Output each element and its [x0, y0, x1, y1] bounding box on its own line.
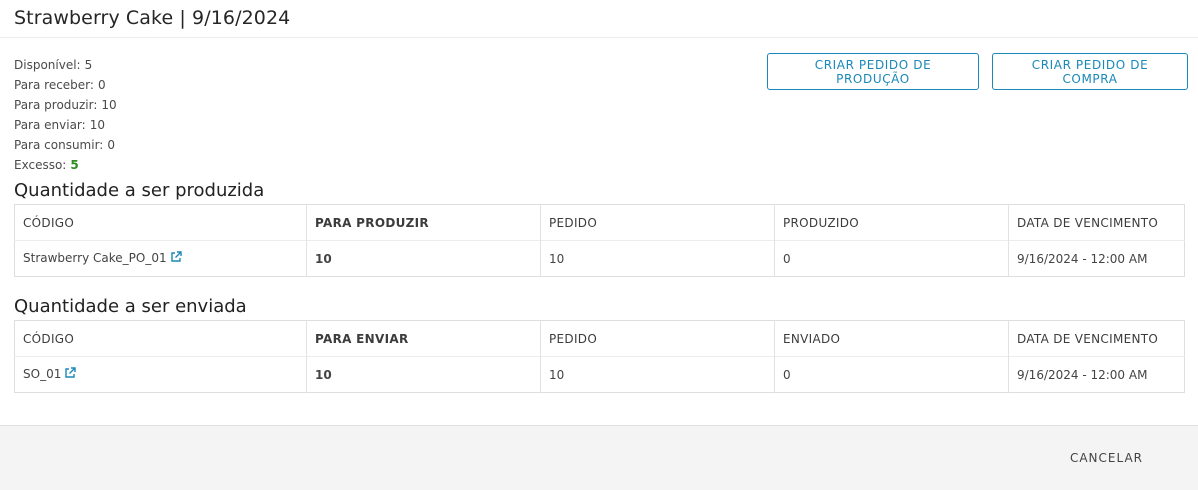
stat-to-ship: Para enviar: 10 [14, 115, 1184, 135]
table-row: Strawberry Cake_PO_01 10 10 0 9/16/2024 … [14, 240, 1185, 277]
production-table: CÓDIGO PARA PRODUZIR PEDIDO PRODUZIDO DA… [14, 204, 1185, 277]
cell-produced: 0 [774, 240, 1009, 277]
column-header-to-ship[interactable]: PARA ENVIAR [306, 320, 541, 357]
stat-label: Para enviar: [14, 118, 86, 132]
cell-ordered: 10 [540, 356, 775, 393]
sales-order-link[interactable]: SO_01 [23, 367, 61, 381]
column-header-code[interactable]: CÓDIGO [14, 320, 307, 357]
external-link-icon[interactable] [170, 251, 182, 266]
cell-to-produce: 10 [306, 240, 541, 277]
cell-ordered: 10 [540, 240, 775, 277]
action-buttons: CRIAR PEDIDO DE PRODUÇÃO CRIAR PEDIDO DE… [767, 53, 1188, 90]
stat-label: Para produzir: [14, 98, 98, 112]
column-header-ordered[interactable]: PEDIDO [540, 204, 775, 241]
cell-code: Strawberry Cake_PO_01 [14, 240, 307, 277]
stat-to-produce: Para produzir: 10 [14, 95, 1184, 115]
cell-to-ship: 10 [306, 356, 541, 393]
stat-label: Para consumir: [14, 138, 104, 152]
stat-value: 10 [101, 98, 117, 112]
dialog-header: Strawberry Cake | 9/16/2024 [0, 0, 1198, 38]
stat-value: 0 [107, 138, 115, 152]
table-row: SO_01 10 10 0 9/16/2024 - 12:00 AM [14, 356, 1185, 393]
stat-label: Para receber: [14, 78, 94, 92]
dialog-title: Strawberry Cake | 9/16/2024 [14, 7, 291, 29]
column-header-produced[interactable]: PRODUZIDO [774, 204, 1009, 241]
cell-code: SO_01 [14, 356, 307, 393]
dialog-body: Disponível: 5 Para receber: 0 Para produzi… [0, 38, 1198, 393]
column-header-shipped[interactable]: ENVIADO [774, 320, 1009, 357]
cancel-button[interactable]: CANCELAR [1070, 451, 1143, 465]
create-purchase-order-button[interactable]: CRIAR PEDIDO DE COMPRA [992, 53, 1188, 90]
table-header-row: CÓDIGO PARA PRODUZIR PEDIDO PRODUZIDO DA… [14, 204, 1185, 241]
table-header-row: CÓDIGO PARA ENVIAR PEDIDO ENVIADO DATA D… [14, 320, 1185, 357]
shipping-table: CÓDIGO PARA ENVIAR PEDIDO ENVIADO DATA D… [14, 320, 1185, 393]
column-header-to-produce[interactable]: PARA PRODUZIR [306, 204, 541, 241]
column-header-code[interactable]: CÓDIGO [14, 204, 307, 241]
column-header-ordered[interactable]: PEDIDO [540, 320, 775, 357]
stat-value: 10 [89, 118, 105, 132]
external-link-icon[interactable] [64, 367, 77, 382]
item-details-dialog: Strawberry Cake | 9/16/2024 Disponível: 5… [0, 0, 1198, 490]
shipping-section-title: Quantidade a ser enviada [14, 296, 247, 317]
column-header-due-date[interactable]: DATA DE VENCIMENTO [1009, 321, 1185, 357]
stat-label: Disponível: [14, 58, 81, 72]
cell-due-date: 9/16/2024 - 12:00 AM [1017, 251, 1148, 266]
create-production-order-button[interactable]: CRIAR PEDIDO DE PRODUÇÃO [767, 53, 979, 90]
stat-to-consume: Para consumir: 0 [14, 135, 1184, 155]
production-order-link[interactable]: Strawberry Cake_PO_01 [23, 251, 167, 265]
column-header-due-date[interactable]: DATA DE VENCIMENTO [1009, 205, 1185, 241]
stat-excess: Excesso: 5 [14, 155, 1184, 175]
cell-shipped: 0 [774, 356, 1009, 393]
dialog-footer: CANCELAR [0, 425, 1198, 490]
cell-due-date: 9/16/2024 - 12:00 AM [1017, 367, 1148, 382]
stat-label: Excesso: [14, 158, 67, 172]
production-section-title: Quantidade a ser produzida [14, 180, 265, 201]
stat-value-excess: 5 [70, 158, 79, 172]
stat-value: 0 [97, 78, 106, 92]
stat-value: 5 [84, 58, 93, 72]
